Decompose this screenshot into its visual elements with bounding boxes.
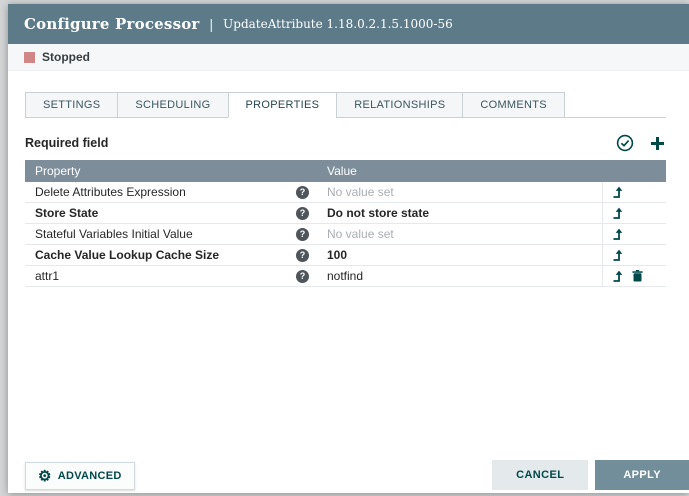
table-row: Cache Value Lookup Cache Size ? 100 bbox=[25, 245, 666, 266]
help-icon[interactable]: ? bbox=[296, 270, 309, 283]
table-row: Store State ? Do not store state bbox=[25, 203, 666, 224]
advanced-button-label: ADVANCED bbox=[58, 470, 122, 482]
property-value[interactable]: No value set bbox=[317, 224, 602, 244]
tab-comments[interactable]: COMMENTS bbox=[462, 92, 565, 118]
action-buttons: CANCEL APPLY bbox=[492, 460, 689, 490]
dialog-title: Configure Processor bbox=[24, 15, 200, 33]
tab-bar: SETTINGS SCHEDULING PROPERTIES RELATIONS… bbox=[25, 92, 666, 118]
verify-properties-icon[interactable] bbox=[616, 134, 634, 152]
help-icon[interactable]: ? bbox=[296, 207, 309, 220]
required-field-label: Required field bbox=[25, 136, 108, 150]
property-name: Stateful Variables Initial Value bbox=[35, 227, 193, 241]
property-value[interactable]: notfind bbox=[317, 266, 602, 286]
column-header-value: Value bbox=[317, 164, 602, 178]
property-name: Delete Attributes Expression bbox=[35, 185, 186, 199]
property-value[interactable]: 100 bbox=[317, 245, 602, 265]
goto-icon[interactable] bbox=[612, 207, 624, 219]
table-row: Stateful Variables Initial Value ? No va… bbox=[25, 224, 666, 245]
dialog-footer: ⚙ ADVANCED CANCEL APPLY bbox=[25, 460, 689, 490]
add-property-icon[interactable] bbox=[649, 135, 666, 152]
apply-button[interactable]: APPLY bbox=[595, 460, 689, 490]
gear-icon: ⚙ bbox=[38, 469, 52, 484]
table-row: Delete Attributes Expression ? No value … bbox=[25, 182, 666, 203]
stopped-indicator-icon bbox=[24, 52, 35, 63]
goto-icon[interactable] bbox=[612, 249, 624, 261]
tab-properties[interactable]: PROPERTIES bbox=[228, 92, 338, 118]
property-name: Store State bbox=[35, 206, 98, 220]
status-bar: Stopped bbox=[8, 44, 689, 71]
goto-icon[interactable] bbox=[612, 186, 624, 198]
property-value[interactable]: Do not store state bbox=[317, 203, 602, 223]
tab-settings[interactable]: SETTINGS bbox=[25, 92, 118, 118]
title-separator: | bbox=[210, 16, 214, 32]
toolbar-icons bbox=[616, 134, 666, 152]
property-name: Cache Value Lookup Cache Size bbox=[35, 248, 219, 262]
processor-type-version: UpdateAttribute 1.18.0.2.1.5.1000-56 bbox=[223, 17, 453, 31]
properties-table: Property Value Delete Attributes Express… bbox=[25, 160, 666, 287]
tab-relationships[interactable]: RELATIONSHIPS bbox=[336, 92, 463, 118]
cancel-button[interactable]: CANCEL bbox=[492, 460, 588, 490]
help-icon[interactable]: ? bbox=[296, 186, 309, 199]
advanced-button[interactable]: ⚙ ADVANCED bbox=[25, 462, 135, 490]
properties-toolbar: Required field bbox=[25, 130, 666, 156]
property-name: attr1 bbox=[35, 269, 59, 283]
help-icon[interactable]: ? bbox=[296, 249, 309, 262]
help-icon[interactable]: ? bbox=[296, 228, 309, 241]
goto-icon[interactable] bbox=[612, 270, 624, 282]
table-row: attr1 ? notfind bbox=[25, 266, 666, 287]
tab-scheduling[interactable]: SCHEDULING bbox=[117, 92, 228, 118]
table-header-row: Property Value bbox=[25, 160, 666, 182]
configure-processor-dialog: Configure Processor | UpdateAttribute 1.… bbox=[8, 4, 689, 493]
dialog-header: Configure Processor | UpdateAttribute 1.… bbox=[8, 4, 689, 44]
column-header-property: Property bbox=[25, 164, 317, 178]
property-value[interactable]: No value set bbox=[317, 182, 602, 202]
status-label: Stopped bbox=[42, 50, 90, 64]
goto-icon[interactable] bbox=[612, 228, 624, 240]
delete-property-icon[interactable] bbox=[632, 270, 643, 282]
